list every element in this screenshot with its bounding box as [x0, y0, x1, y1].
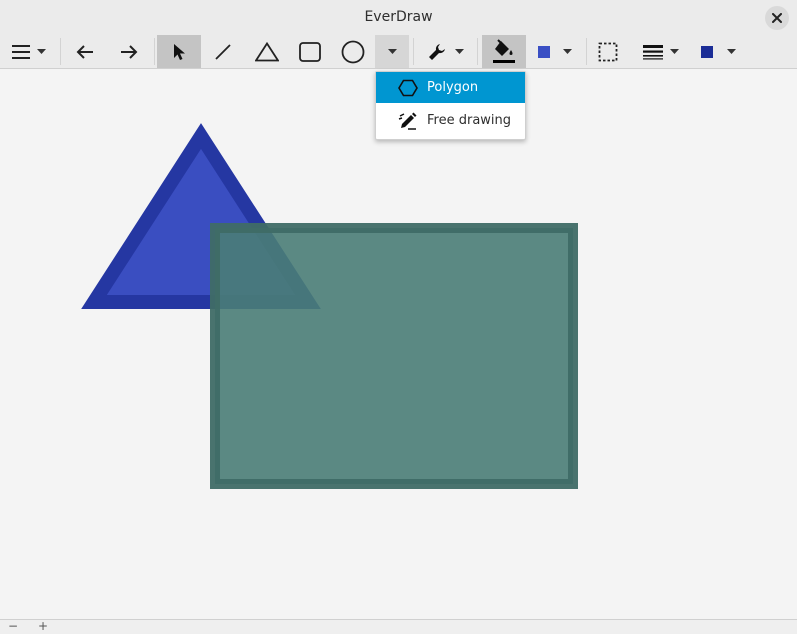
menu-item-label: Polygon [427, 80, 479, 95]
canvas-svg [81, 123, 578, 489]
more-shapes-dropdown[interactable] [375, 35, 409, 68]
fill-color-picker[interactable] [530, 35, 580, 68]
triangle-icon [255, 41, 279, 61]
arrow-left-icon [76, 44, 93, 59]
toolbar [0, 35, 797, 69]
hexagon-icon [398, 79, 418, 97]
line-width-picker[interactable] [636, 35, 686, 68]
paint-bucket-icon [493, 38, 515, 63]
close-icon [772, 13, 782, 23]
chevron-down-icon [726, 48, 736, 54]
line-width-icon [643, 44, 663, 59]
status-bar: − + [0, 619, 797, 634]
drawing-canvas[interactable] [0, 69, 797, 619]
shapes-dropdown-menu: Polygon Free drawing [375, 71, 526, 140]
arrow-right-icon [121, 44, 138, 59]
menu-item-polygon[interactable]: Polygon [376, 72, 525, 103]
fill-color-swatch [538, 45, 550, 58]
chevron-down-icon [36, 48, 46, 54]
stroke-color-swatch [700, 45, 713, 58]
close-button[interactable] [765, 6, 789, 30]
title-bar: EverDraw [0, 0, 797, 35]
zoom-out-button[interactable]: − [8, 619, 18, 633]
chevron-down-icon [387, 48, 397, 54]
dashed-rectangle-icon [598, 42, 618, 61]
pointer-icon [174, 43, 185, 60]
selection-options[interactable] [590, 35, 626, 68]
hamburger-icon [11, 44, 30, 59]
line-icon [215, 43, 231, 60]
toolbar-separator [586, 38, 587, 65]
rectangle-tool[interactable] [289, 35, 331, 68]
rectangle-shape[interactable] [210, 223, 578, 489]
redo-button[interactable] [108, 35, 150, 68]
circle-icon [341, 40, 365, 63]
menu-button[interactable] [2, 35, 54, 68]
menu-item-label: Free drawing [427, 113, 512, 128]
menu-item-free-drawing[interactable]: Free drawing [376, 105, 525, 136]
tools-button[interactable] [417, 35, 473, 68]
circle-tool[interactable] [332, 35, 374, 68]
toolbar-separator [154, 38, 155, 65]
select-tool[interactable] [157, 35, 201, 68]
chevron-down-icon [670, 48, 679, 54]
chevron-down-icon [563, 48, 572, 54]
wrench-icon [428, 43, 445, 60]
line-tool[interactable] [203, 35, 243, 68]
triangle-tool[interactable] [246, 35, 288, 68]
rectangle-icon [299, 41, 321, 62]
window-title: EverDraw [364, 9, 433, 25]
toolbar-separator [477, 38, 478, 65]
chevron-down-icon [454, 48, 464, 54]
toolbar-separator [60, 38, 61, 65]
zoom-in-button[interactable]: + [38, 619, 48, 633]
toolbar-separator [413, 38, 414, 65]
fill-tool[interactable] [482, 35, 526, 68]
undo-button[interactable] [64, 35, 106, 68]
stroke-color-picker[interactable] [694, 35, 742, 68]
pencil-icon [398, 112, 417, 130]
